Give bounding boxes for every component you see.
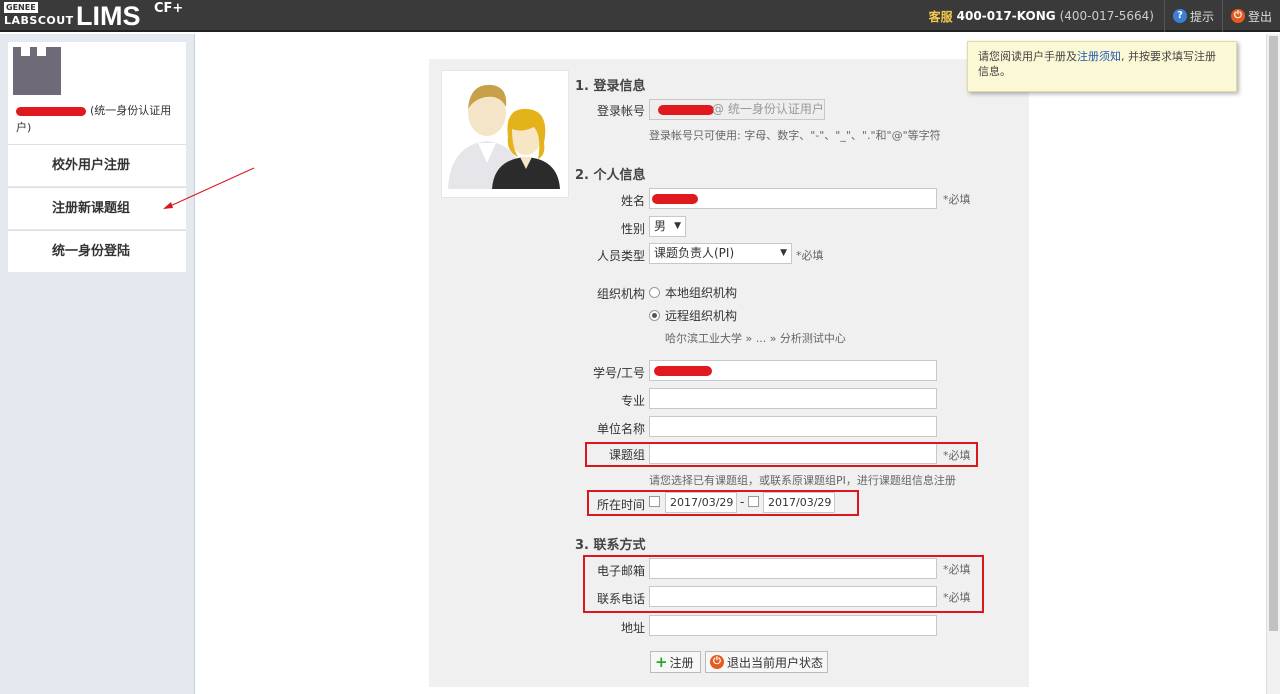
scrollbar-thumb[interactable] bbox=[1269, 36, 1278, 631]
tooltip-text-before: 请您阅读用户手册及 bbox=[978, 50, 1077, 63]
group-highlight bbox=[585, 442, 978, 467]
power-icon: ⏻ bbox=[710, 655, 724, 669]
logout-user-button[interactable]: ⏻ 退出当前用户状态 bbox=[705, 651, 828, 673]
gender-value: 男 bbox=[654, 219, 667, 233]
org-remote-label: 远程组织机构 bbox=[665, 309, 738, 323]
sidebar-item-external-register[interactable]: 校外用户注册 bbox=[8, 144, 186, 186]
student-id-field[interactable] bbox=[649, 360, 937, 381]
org-local-label: 本地组织机构 bbox=[665, 286, 738, 300]
help-icon: ? bbox=[1172, 9, 1187, 23]
sidebar-item-unified-login[interactable]: 统一身份登陆 bbox=[8, 230, 186, 272]
org-remote-option[interactable]: 远程组织机构 bbox=[649, 307, 737, 324]
logo-genee: GENEE bbox=[4, 2, 38, 13]
power-icon: ⏻ bbox=[1230, 9, 1245, 23]
logo-lims: LIMS bbox=[76, 1, 141, 31]
org-path[interactable]: 哈尔滨工业大学 » ... » 分析测试中心 bbox=[665, 330, 846, 346]
person-type-required: *必填 bbox=[796, 249, 824, 262]
person-type-select[interactable]: 课题负责人(PI) ▼ bbox=[649, 243, 792, 264]
registration-notice-link[interactable]: 注册须知 bbox=[1077, 50, 1121, 63]
chevron-down-icon: ▼ bbox=[780, 248, 787, 258]
page-scrollbar[interactable] bbox=[1266, 34, 1280, 694]
person-type-label: 人员类型 bbox=[596, 249, 645, 263]
help-tooltip: 请您阅读用户手册及注册须知, 并按要求填写注册信息。 bbox=[967, 41, 1237, 92]
hotline: 客服 400-017-KONG (400-017-5664) bbox=[919, 0, 1165, 32]
unit-label: 单位名称 bbox=[596, 422, 645, 436]
org-remote-radio[interactable] bbox=[649, 310, 660, 321]
section-contact-title: 3. 联系方式 bbox=[575, 538, 646, 553]
redacted-name bbox=[16, 106, 86, 116]
gender-select[interactable]: 男 ▼ bbox=[649, 216, 686, 237]
sidebar-item-new-group[interactable]: 注册新课题组 bbox=[8, 187, 186, 229]
user-profile: (统一身份认证用户) bbox=[8, 42, 186, 144]
address-label: 地址 bbox=[620, 621, 645, 635]
org-local-radio[interactable] bbox=[649, 287, 660, 298]
major-label: 专业 bbox=[620, 394, 645, 408]
account-suffix: @ 统一身份认证用户 bbox=[712, 102, 824, 116]
users-illustration bbox=[441, 70, 569, 198]
person-type-value: 课题负责人(PI) bbox=[654, 246, 735, 260]
name-label: 姓名 bbox=[620, 194, 645, 208]
hotline-number: 400-017-KONG bbox=[956, 9, 1056, 23]
org-label: 组织机构 bbox=[596, 287, 645, 301]
hint-label: 提示 bbox=[1189, 9, 1214, 24]
avatar bbox=[13, 47, 61, 95]
hotline-label: 客服 bbox=[928, 9, 953, 24]
org-local-option[interactable]: 本地组织机构 bbox=[649, 284, 737, 301]
logout-label: 登出 bbox=[1247, 9, 1272, 24]
account-field[interactable]: @ 统一身份认证用户 bbox=[649, 99, 825, 120]
redacted-name-value bbox=[652, 194, 698, 204]
account-label: 登录帐号 bbox=[596, 104, 645, 118]
logout-link[interactable]: ⏻ 登出 bbox=[1223, 0, 1280, 32]
gender-label: 性别 bbox=[620, 222, 645, 236]
plus-icon: + bbox=[655, 653, 668, 671]
address-field[interactable] bbox=[649, 615, 937, 636]
major-field[interactable] bbox=[649, 388, 937, 409]
contact-highlight bbox=[583, 555, 984, 613]
redacted-student-id bbox=[654, 366, 712, 376]
register-button[interactable]: + 注册 bbox=[650, 651, 701, 673]
logo-cf: CF+ bbox=[154, 1, 184, 16]
student-id-label: 学号/工号 bbox=[592, 366, 645, 380]
group-hint: 请您选择已有课题组，或联系原课题组PI，进行课题组信息注册 bbox=[649, 474, 956, 487]
chevron-down-icon: ▼ bbox=[674, 221, 681, 231]
account-hint: 登录帐号只可使用: 字母、数字、"-"、"_"、"."和"@"等字符 bbox=[649, 129, 941, 142]
unit-field[interactable] bbox=[649, 416, 937, 437]
name-field[interactable] bbox=[649, 188, 937, 209]
top-bar: GENEE LABSCOUT LIMS CF+ 客服 400-017-KONG … bbox=[0, 0, 1280, 32]
logout-user-label: 退出当前用户状态 bbox=[727, 655, 824, 670]
redacted-account bbox=[658, 105, 714, 115]
section-login-title: 1. 登录信息 bbox=[575, 79, 646, 94]
user-name: (统一身份认证用户) bbox=[16, 102, 182, 136]
logo-labscout: LABSCOUT bbox=[4, 14, 74, 27]
hint-link[interactable]: ? 提示 bbox=[1165, 0, 1223, 32]
time-highlight bbox=[587, 490, 859, 516]
register-label: 注册 bbox=[669, 655, 694, 670]
section-personal-title: 2. 个人信息 bbox=[575, 168, 646, 183]
name-required: *必填 bbox=[943, 193, 971, 206]
hotline-digits: (400-017-5664) bbox=[1059, 9, 1154, 23]
